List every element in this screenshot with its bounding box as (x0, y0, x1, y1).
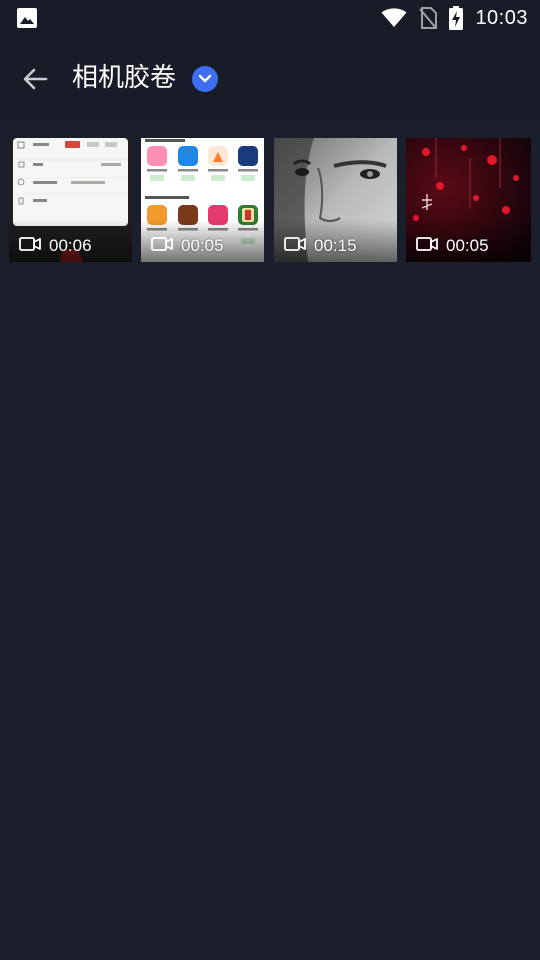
back-button[interactable] (18, 62, 52, 96)
video-camera-icon (284, 237, 306, 251)
video-duration: 00:05 (446, 236, 489, 255)
album-dropdown-button[interactable] (192, 66, 218, 92)
app-header: 相机胶卷 (0, 36, 540, 120)
arrow-left-icon (23, 68, 48, 90)
image-notification-icon (16, 7, 38, 33)
video-camera-icon (151, 237, 173, 251)
video-camera-icon (416, 237, 438, 251)
video-camera-icon (19, 237, 41, 251)
wifi-icon (381, 8, 407, 28)
video-tile[interactable]: 00:05 (406, 138, 531, 262)
chevron-down-icon (198, 74, 212, 83)
no-sim-icon (419, 7, 438, 29)
video-duration: 00:05 (181, 236, 224, 255)
video-tile[interactable]: 00:06 (9, 138, 132, 262)
video-tile[interactable]: 00:15 (274, 138, 397, 262)
status-bar: 10:03 (0, 0, 540, 36)
page-title[interactable]: 相机胶卷 (72, 58, 176, 98)
battery-charging-icon (449, 6, 464, 30)
clock: 10:03 (475, 6, 528, 29)
video-duration: 00:15 (314, 236, 357, 255)
video-grid: 00:06 00:05 00:15 00:05 (9, 138, 531, 262)
video-duration: 00:06 (49, 236, 92, 255)
video-tile[interactable]: 00:05 (141, 138, 264, 262)
